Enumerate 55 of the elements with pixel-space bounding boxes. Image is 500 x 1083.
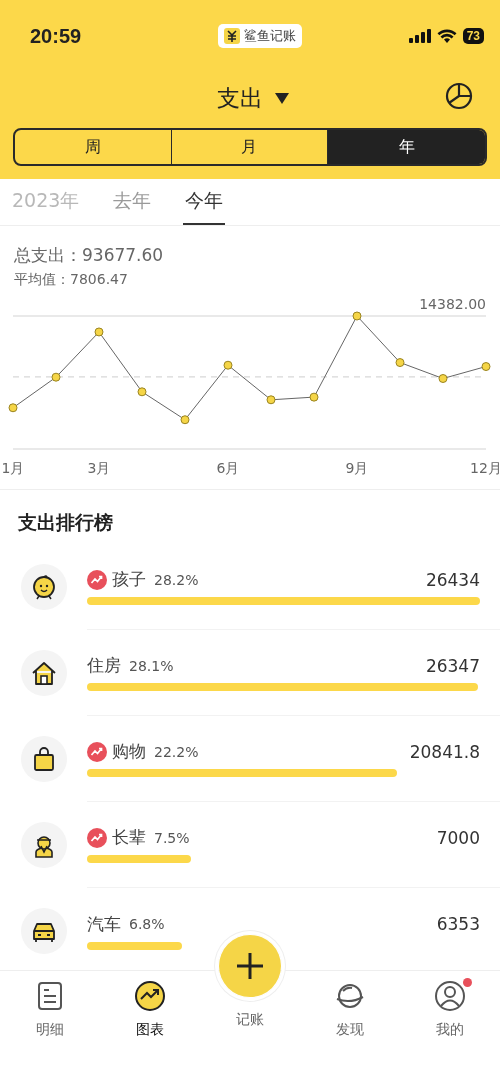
x-axis-label: 3月 [87, 460, 111, 476]
x-axis-label: 12月 [470, 460, 500, 476]
x-axis-label: 6月 [216, 460, 240, 476]
category-amount: 20841.8 [409, 741, 480, 762]
data-point [481, 362, 491, 372]
data-point [94, 327, 104, 337]
nav-tab[interactable]: 发现 [300, 932, 400, 1039]
category-percent: 28.2% [154, 571, 199, 588]
x-axis-label: 1月 [1, 460, 25, 476]
data-point [266, 395, 276, 405]
nav-tab[interactable]: 我的 [400, 932, 500, 1039]
category-amount: 26434 [425, 569, 480, 590]
data-point [395, 358, 405, 368]
total-expense: 总支出：93677.60 [14, 244, 165, 267]
status-time: 20:59 [30, 24, 82, 48]
data-point [223, 360, 233, 370]
house-icon [30, 659, 58, 687]
type-dropdown[interactable]: 支出 [217, 82, 289, 114]
category-percent: 7.5% [154, 829, 190, 846]
data-point [8, 403, 18, 413]
average-value: 平均值：7806.47 [14, 271, 129, 289]
max-value-label: 14382.00 [419, 296, 486, 312]
data-point [352, 311, 362, 321]
year-tab[interactable]: 今年 [183, 179, 226, 225]
category-amount: 7000 [436, 827, 480, 848]
data-point [137, 387, 147, 397]
period-tab[interactable]: 周 [15, 130, 172, 164]
category-percent: 28.1% [129, 657, 174, 674]
notification-dot [463, 978, 472, 987]
trend-chart-icon [134, 980, 166, 1012]
pie-chart-icon[interactable] [445, 82, 473, 110]
data-point [51, 372, 61, 382]
category-name: 购物 [112, 740, 146, 763]
nav-tab[interactable]: 记账 [200, 932, 300, 1029]
baby-face-icon [30, 573, 58, 601]
period-tab[interactable]: 年 [328, 130, 485, 164]
category-amount: 6353 [436, 914, 480, 934]
category-percent: 22.2% [154, 743, 199, 760]
caret-icon [275, 92, 289, 104]
category-name: 长辈 [112, 826, 146, 849]
data-point [309, 392, 319, 402]
category-name: 住房 [87, 654, 121, 677]
app-pill: 鲨鱼记账 [217, 24, 302, 48]
app-logo-icon [223, 28, 240, 44]
category-amount: 26347 [425, 655, 480, 676]
wifi-icon [436, 28, 457, 44]
category-percent: 6.8% [129, 916, 165, 932]
user-icon [434, 980, 466, 1012]
signal-icon [408, 29, 431, 43]
data-point [438, 374, 448, 383]
category-name: 孩子 [112, 568, 146, 591]
x-axis-label: 9月 [345, 460, 369, 476]
battery-indicator: 73 [462, 28, 484, 44]
data-point [180, 415, 190, 425]
section-title: 支出排行榜 [17, 510, 114, 535]
